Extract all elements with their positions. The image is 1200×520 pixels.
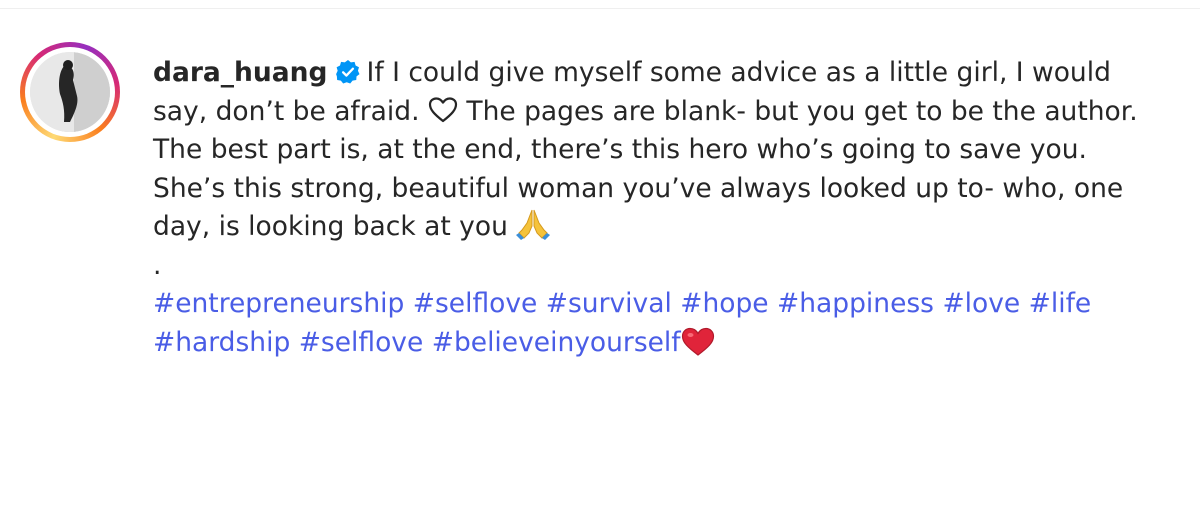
hashtag-link[interactable]: #entrepreneurship: [153, 288, 404, 319]
hashtag-link[interactable]: #hardship: [153, 327, 290, 358]
hashtag-link[interactable]: #believeinyourself: [432, 327, 681, 358]
top-divider: [0, 8, 1200, 9]
hashtag-link[interactable]: #survival: [546, 288, 672, 319]
username-link[interactable]: dara_huang: [153, 57, 328, 88]
avatar-border: [25, 47, 115, 137]
hashtag-link[interactable]: #hope: [680, 288, 768, 319]
red-heart-icon: [681, 327, 714, 356]
avatar-photo: [30, 52, 110, 132]
folded-hands-icon: [516, 209, 551, 240]
hashtag-link[interactable]: #selflove: [299, 327, 424, 358]
verified-badge-icon: [335, 59, 360, 84]
hashtag-link[interactable]: #life: [1029, 288, 1092, 319]
post-caption: dara_huang If I could give myself some ad…: [153, 54, 1163, 362]
avatar[interactable]: [20, 42, 120, 142]
white-heart-icon: [428, 96, 458, 122]
hashtag-link[interactable]: #love: [942, 288, 1020, 319]
caption-separator: .: [153, 249, 162, 281]
hashtag-link[interactable]: #selflove: [413, 288, 538, 319]
hashtag-link[interactable]: #happiness: [777, 288, 934, 319]
